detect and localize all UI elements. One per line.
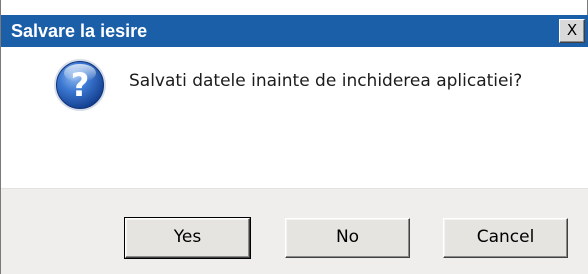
- yes-button[interactable]: Yes: [124, 217, 251, 259]
- dialog-title: Salvare la iesire: [11, 21, 148, 41]
- title-bar[interactable]: Salvare la iesire X: [1, 15, 588, 47]
- svg-text:?: ?: [71, 66, 90, 104]
- close-button[interactable]: X: [559, 19, 585, 43]
- message-area: ? Salvati datele inainte de inchiderea a…: [1, 47, 588, 188]
- save-on-exit-dialog: Salvare la iesire X ? Salvati datele ina…: [0, 0, 588, 274]
- close-icon: X: [566, 21, 578, 39]
- message-text: Salvati datele inainte de inchiderea apl…: [129, 71, 523, 91]
- cancel-button[interactable]: Cancel: [443, 218, 568, 258]
- no-button[interactable]: No: [285, 218, 410, 258]
- question-icon: ?: [54, 59, 106, 111]
